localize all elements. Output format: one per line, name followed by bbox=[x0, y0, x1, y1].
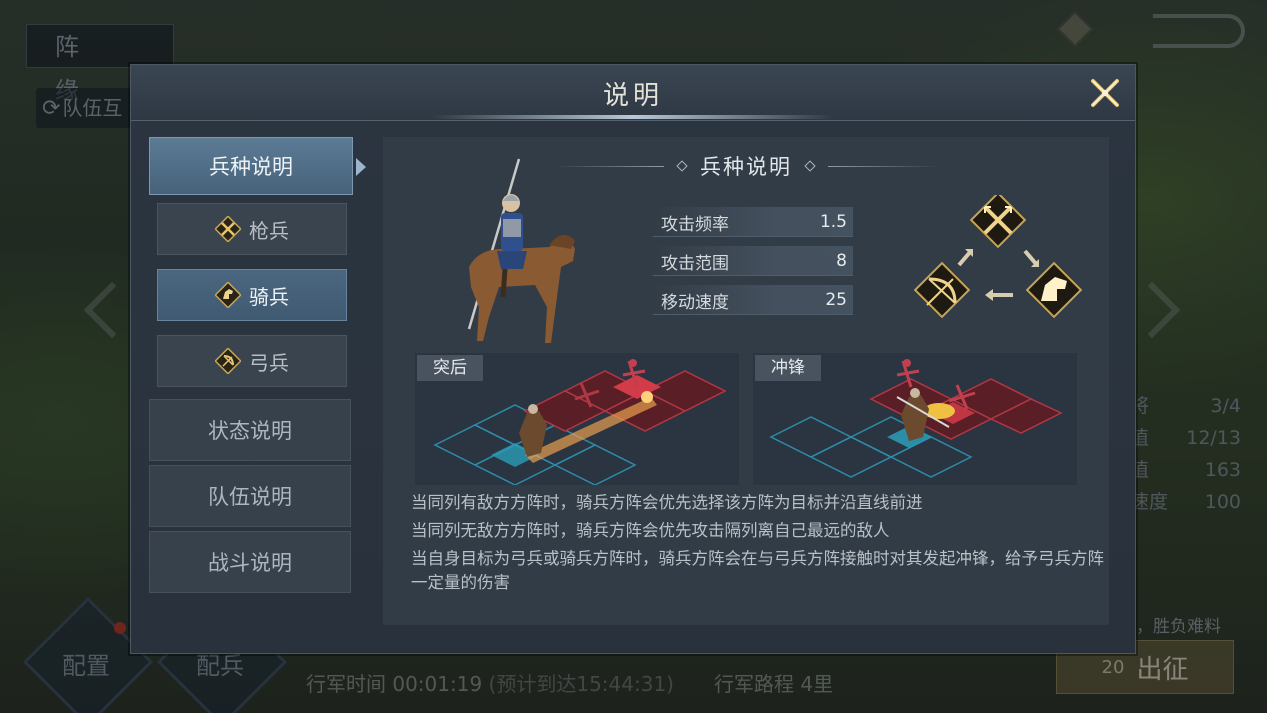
subtab-archer[interactable]: 弓兵 bbox=[157, 335, 347, 387]
cavalry-unit-figure bbox=[467, 158, 575, 343]
stat-move-speed: 移动速度 25 bbox=[653, 285, 853, 315]
dialog-header: 说明 bbox=[131, 65, 1135, 121]
tab-status[interactable]: 状态说明 bbox=[149, 399, 351, 461]
description-line: 当同列有敌方方阵时，骑兵方阵会优先选择该方阵为目标并沿直线前进 bbox=[411, 493, 923, 512]
subtab-archer-label: 弓兵 bbox=[249, 350, 289, 375]
heading-divider bbox=[828, 165, 938, 167]
unit-stats: 攻击频率 1.5 攻击范围 8 移动速度 25 bbox=[653, 207, 853, 324]
counter-arrow-icon bbox=[985, 289, 1013, 301]
description-line: 当自身目标为弓兵或骑兵方阵时，骑兵方阵会在与弓兵方阵接触时对其发起冲锋，给予弓兵… bbox=[411, 549, 1104, 592]
tab-battle[interactable]: 战斗说明 bbox=[149, 531, 351, 593]
title-glow bbox=[431, 115, 835, 119]
description-text: 当同列有敌方方阵时，骑兵方阵会优先选择该方阵为目标并沿直线前进 当同列无敌方方阵… bbox=[411, 491, 1111, 599]
scene-charge-label: 冲锋 bbox=[755, 355, 821, 381]
unit-counter-diagram bbox=[913, 195, 1083, 319]
info-dialog: 说明 兵种说明 枪兵 骑兵 弓兵 状态说明 队伍说明 战斗说明 兵种说明 攻击频… bbox=[130, 64, 1136, 654]
description-line: 当同列无敌方方阵时，骑兵方阵会优先攻击隔列离自己最远的敌人 bbox=[411, 521, 890, 540]
horse-icon bbox=[215, 282, 241, 308]
spear-icon bbox=[969, 195, 1027, 249]
bow-icon bbox=[215, 348, 241, 374]
spear-icon bbox=[215, 216, 241, 242]
subtab-cavalry-label: 骑兵 bbox=[249, 284, 289, 309]
subtab-spear[interactable]: 枪兵 bbox=[157, 203, 347, 255]
dialog-title: 说明 bbox=[602, 81, 663, 111]
close-button[interactable] bbox=[1085, 73, 1125, 113]
stat-attack-range: 攻击范围 8 bbox=[653, 246, 853, 276]
scene-charge: 冲锋 bbox=[753, 353, 1077, 485]
scene-flank-label: 突后 bbox=[417, 355, 483, 381]
tab-team[interactable]: 队伍说明 bbox=[149, 465, 351, 527]
stat-attack-frequency: 攻击频率 1.5 bbox=[653, 207, 853, 237]
horse-icon bbox=[1025, 261, 1083, 319]
heading-ornament-icon bbox=[676, 160, 688, 172]
counter-arrow-icon bbox=[957, 249, 973, 267]
scene-flank: 突后 bbox=[415, 353, 739, 485]
content-panel: 兵种说明 攻击频率 1.5 攻击范围 8 移动速度 25 突后 冲锋 当同列有敌… bbox=[383, 137, 1109, 625]
content-heading-text: 兵种说明 bbox=[700, 155, 792, 179]
active-pointer-icon bbox=[356, 158, 366, 176]
subtab-cavalry[interactable]: 骑兵 bbox=[157, 269, 347, 321]
close-x-icon bbox=[1091, 79, 1119, 107]
bow-icon bbox=[913, 261, 971, 319]
tab-unit-types-label: 兵种说明 bbox=[209, 155, 293, 179]
tab-unit-types[interactable]: 兵种说明 bbox=[149, 137, 366, 195]
heading-ornament-icon bbox=[804, 160, 816, 172]
subtab-spear-label: 枪兵 bbox=[249, 218, 289, 243]
counter-arrow-icon bbox=[1023, 249, 1039, 267]
